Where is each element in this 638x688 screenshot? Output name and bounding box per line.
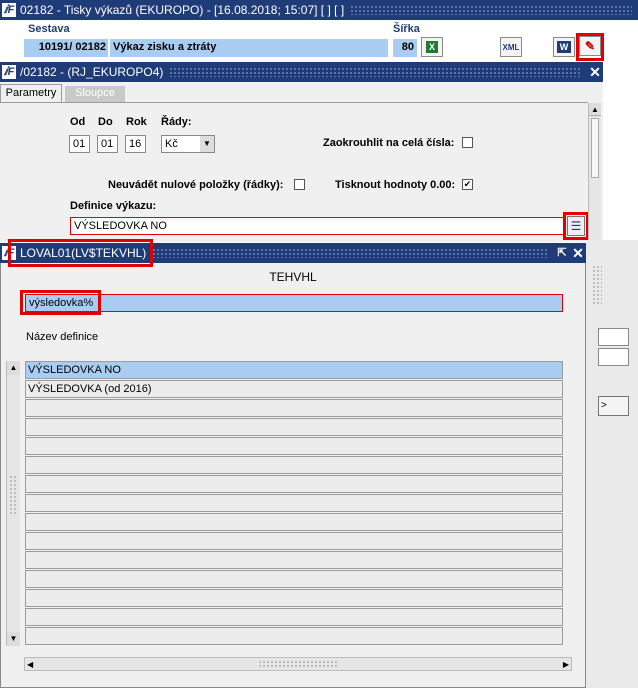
sestava-label: Sestava [28, 23, 70, 35]
rady-label: Řády: [161, 116, 192, 128]
subwindow-title-grip [169, 67, 581, 77]
xml-icon: XML [502, 42, 520, 52]
horizontal-scroll-grip [258, 660, 338, 668]
tisknout-label: Tisknout hodnoty 0.00: [335, 179, 456, 191]
title-bar-grip [350, 5, 632, 15]
background-field-1[interactable] [598, 328, 629, 346]
zaokrouhlit-checkbox[interactable] [462, 137, 473, 148]
lov-row[interactable] [25, 589, 563, 607]
neuvadet-label: Neuvádět nulové položky (řádky): [108, 179, 284, 191]
tab-divider [0, 102, 588, 103]
lov-search-highlight [20, 290, 101, 315]
lov-row[interactable] [25, 418, 563, 436]
excel-export-button[interactable]: X [421, 37, 443, 57]
lov-row[interactable] [25, 532, 563, 550]
parameters-scrollbar[interactable]: ▲ [588, 103, 601, 243]
lov-row[interactable]: VÝSLEDOVKA NO [25, 361, 563, 379]
tab-sloupce[interactable]: Sloupce [65, 86, 125, 102]
word-icon: W [556, 41, 572, 53]
background-button[interactable]: > [598, 396, 629, 416]
rady-select[interactable]: Kč ▼ [161, 135, 215, 153]
parameters-scroll-thumb[interactable] [591, 118, 599, 178]
pdf-export-button[interactable]: ✎ [579, 36, 601, 56]
lov-row[interactable] [25, 475, 563, 493]
main-title-bar: ⅈF 02182 - Tisky výkazů (EKUROPO) - [16.… [0, 0, 638, 20]
lov-row[interactable] [25, 608, 563, 626]
chevron-down-icon: ▼ [200, 136, 214, 152]
lov-scroll-down-icon[interactable]: ▼ [7, 632, 20, 646]
lov-row[interactable] [25, 570, 563, 588]
lov-row[interactable] [25, 399, 563, 417]
lov-row[interactable] [25, 494, 563, 512]
lov-vertical-scrollbar[interactable]: ▲ ▼ [6, 361, 20, 646]
zaokrouhlit-label: Zaokrouhlit na celá čísla: [323, 137, 455, 149]
lov-scroll-grip [9, 475, 18, 515]
lov-column-label: Název definice [26, 331, 99, 343]
sirka-field[interactable]: 80 [393, 39, 417, 57]
background-select[interactable] [598, 348, 629, 366]
report-number-value: / 02182 [69, 41, 106, 53]
lov-horizontal-scrollbar[interactable]: ◀ ▶ [24, 657, 572, 671]
tisknout-checkbox[interactable]: ✔ [462, 179, 473, 190]
do-field[interactable]: 01 [97, 135, 118, 153]
lov-row[interactable] [25, 437, 563, 455]
scroll-up-icon[interactable]: ▲ [589, 103, 601, 116]
definice-field[interactable]: VÝSLEDOVKA NO [70, 217, 564, 235]
pdf-icon: ✎ [584, 39, 596, 53]
list-of-values-button[interactable]: ☰ [567, 216, 585, 236]
lov-scroll-up-icon[interactable]: ▲ [7, 361, 20, 375]
rady-value: Kč [165, 138, 178, 150]
xml-export-button[interactable]: XML [500, 37, 522, 57]
report-code-value: 10191 [38, 41, 70, 53]
do-label: Do [98, 116, 113, 128]
lov-search-field[interactable]: výsledovka% [25, 294, 563, 312]
sirka-label: Šířka [393, 23, 420, 35]
od-field[interactable]: 01 [69, 135, 90, 153]
report-code-field[interactable]: 10191/ 02182 [24, 39, 108, 57]
lov-close-button[interactable]: ✕ [570, 245, 586, 261]
lov-row[interactable] [25, 513, 563, 531]
od-label: Od [70, 116, 86, 128]
lov-row[interactable] [25, 551, 563, 569]
scroll-right-icon[interactable]: ▶ [561, 660, 571, 669]
lov-row[interactable] [25, 456, 563, 474]
lov-row[interactable]: VÝSLEDOVKA (od 2016) [25, 380, 563, 398]
lov-maximize-button[interactable]: ⇱ [554, 245, 570, 261]
lov-row[interactable] [25, 627, 563, 645]
list-icon: ☰ [570, 219, 582, 233]
neuvadet-checkbox[interactable] [294, 179, 305, 190]
subwindow-title: /02182 - (RJ_EKUROPO4) [20, 65, 164, 79]
rok-label: Rok [126, 116, 147, 128]
tab-parametry[interactable]: Parametry [0, 84, 62, 102]
subwindow-logo-icon: ⅈF [2, 65, 16, 79]
excel-icon: X [425, 41, 438, 53]
word-export-button[interactable]: W [553, 37, 575, 57]
app-logo-icon: ⅈF [2, 3, 16, 17]
lov-title-grip [152, 248, 548, 258]
scroll-left-icon[interactable]: ◀ [25, 660, 35, 669]
subwindow-title-bar: ⅈF /02182 - (RJ_EKUROPO4) ✕ [0, 62, 603, 82]
subwindow-close-button[interactable]: ✕ [587, 64, 603, 80]
rok-field[interactable]: 16 [125, 135, 146, 153]
definice-label: Definice výkazu: [70, 200, 157, 212]
lov-title-highlight [8, 239, 153, 267]
report-name-field[interactable]: Výkaz zisku a ztráty [110, 39, 388, 57]
window-title: 02182 - Tisky výkazů (EKUROPO) - [16.08.… [20, 3, 345, 17]
lov-heading: TEHVHL [269, 270, 317, 284]
